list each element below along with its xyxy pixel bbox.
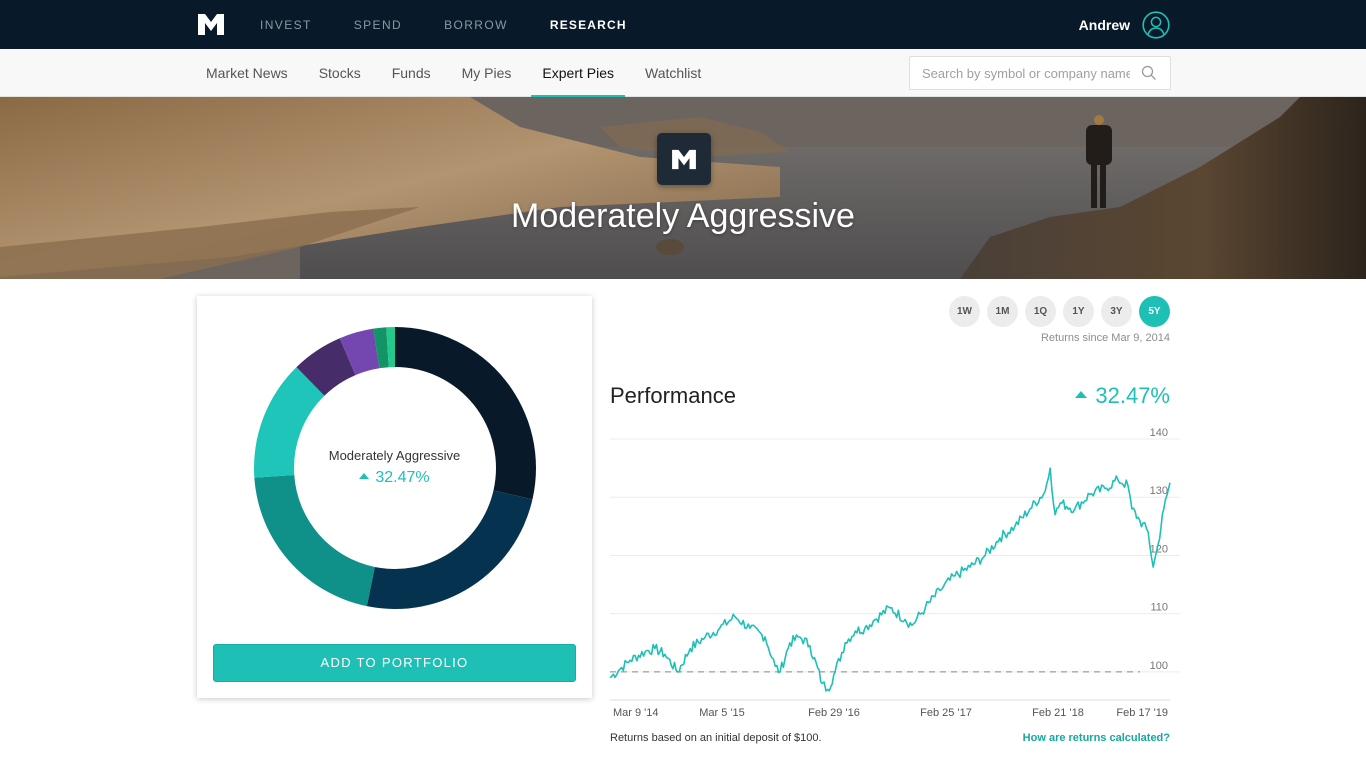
range-1y[interactable]: 1Y [1063, 296, 1094, 327]
x-tick-label: Feb 29 '16 [808, 707, 860, 719]
x-tick-label: Feb 17 '19 [1116, 707, 1168, 719]
range-1m[interactable]: 1M [987, 296, 1018, 327]
donut-center: Moderately Aggressive 32.47% [197, 448, 592, 487]
m1-logo-icon [672, 149, 696, 170]
user-name[interactable]: Andrew [1079, 17, 1130, 33]
donut-center-title: Moderately Aggressive [328, 448, 461, 463]
nav-research[interactable]: RESEARCH [550, 18, 627, 32]
hero-banner: Moderately Aggressive [0, 97, 1366, 279]
y-tick-label: 130 [1150, 485, 1168, 497]
time-range-selector: 1W 1M 1Q 1Y 3Y 5Y [949, 296, 1170, 327]
returns-since-label: Returns since Mar 9, 2014 [1040, 332, 1170, 344]
x-tick-label: Mar 5 '15 [699, 707, 745, 719]
x-tick-label: Mar 9 '14 [613, 707, 659, 719]
performance-return-value: 32.47% [1095, 383, 1170, 408]
tab-my-pies[interactable]: My Pies [451, 49, 523, 97]
y-tick-label: 100 [1150, 660, 1168, 672]
y-tick-label: 140 [1150, 427, 1168, 439]
range-1w[interactable]: 1W [949, 296, 980, 327]
user-avatar-icon[interactable] [1142, 10, 1170, 39]
secondary-nav: Market News Stocks Funds My Pies Expert … [0, 49, 1366, 97]
y-tick-label: 120 [1150, 543, 1168, 555]
user-menu[interactable]: Andrew [1079, 0, 1170, 49]
top-navigation-bar: INVEST SPEND BORROW RESEARCH Andrew [0, 0, 1366, 49]
how-returns-calculated-link[interactable]: How are returns calculated? [1023, 732, 1170, 744]
donut-center-return: 32.47% [197, 469, 592, 487]
performance-return: 32.47% [1075, 383, 1170, 409]
x-tick-label: Feb 21 '18 [1032, 707, 1084, 719]
nav-spend[interactable]: SPEND [354, 18, 402, 32]
range-1q[interactable]: 1Q [1025, 296, 1056, 327]
research-tabs: Market News Stocks Funds My Pies Expert … [195, 49, 721, 97]
donut-return-value: 32.47% [375, 469, 430, 486]
donut-slice[interactable] [366, 490, 533, 609]
primary-nav: INVEST SPEND BORROW RESEARCH [260, 0, 669, 49]
search-icon[interactable] [1141, 65, 1157, 81]
page-title: Moderately Aggressive [511, 197, 855, 235]
m1-logo-icon[interactable] [197, 12, 225, 36]
up-arrow-icon [359, 472, 370, 479]
performance-line-chart: 100 110 120 130 140 Mar 9 '14 Mar 5 '15 Feb 29… [609, 427, 1180, 719]
search-box[interactable] [909, 56, 1171, 90]
up-arrow-icon [1075, 390, 1088, 398]
performance-title: Performance [610, 383, 736, 408]
pie-card: Moderately Aggressive 32.47% ADD TO PORT… [197, 296, 592, 698]
tab-market-news[interactable]: Market News [195, 49, 299, 97]
returns-note: Returns based on an initial deposit of $… [610, 732, 822, 744]
donut-slice[interactable] [254, 475, 375, 607]
tab-watchlist[interactable]: Watchlist [634, 49, 712, 97]
pie-badge [657, 133, 711, 185]
y-tick-label: 110 [1150, 602, 1168, 614]
add-to-portfolio-button[interactable]: ADD TO PORTFOLIO [213, 644, 576, 682]
tab-stocks[interactable]: Stocks [308, 49, 372, 97]
tab-expert-pies[interactable]: Expert Pies [531, 49, 625, 97]
range-5y[interactable]: 5Y [1139, 296, 1170, 327]
range-3y[interactable]: 3Y [1101, 296, 1132, 327]
x-tick-label: Feb 25 '17 [920, 707, 972, 719]
tab-funds[interactable]: Funds [381, 49, 442, 97]
performance-line[interactable] [609, 467, 1171, 692]
search-input[interactable] [910, 57, 1130, 89]
nav-borrow[interactable]: BORROW [444, 18, 508, 32]
hero-background-image [0, 97, 1366, 279]
nav-invest[interactable]: INVEST [260, 18, 312, 32]
